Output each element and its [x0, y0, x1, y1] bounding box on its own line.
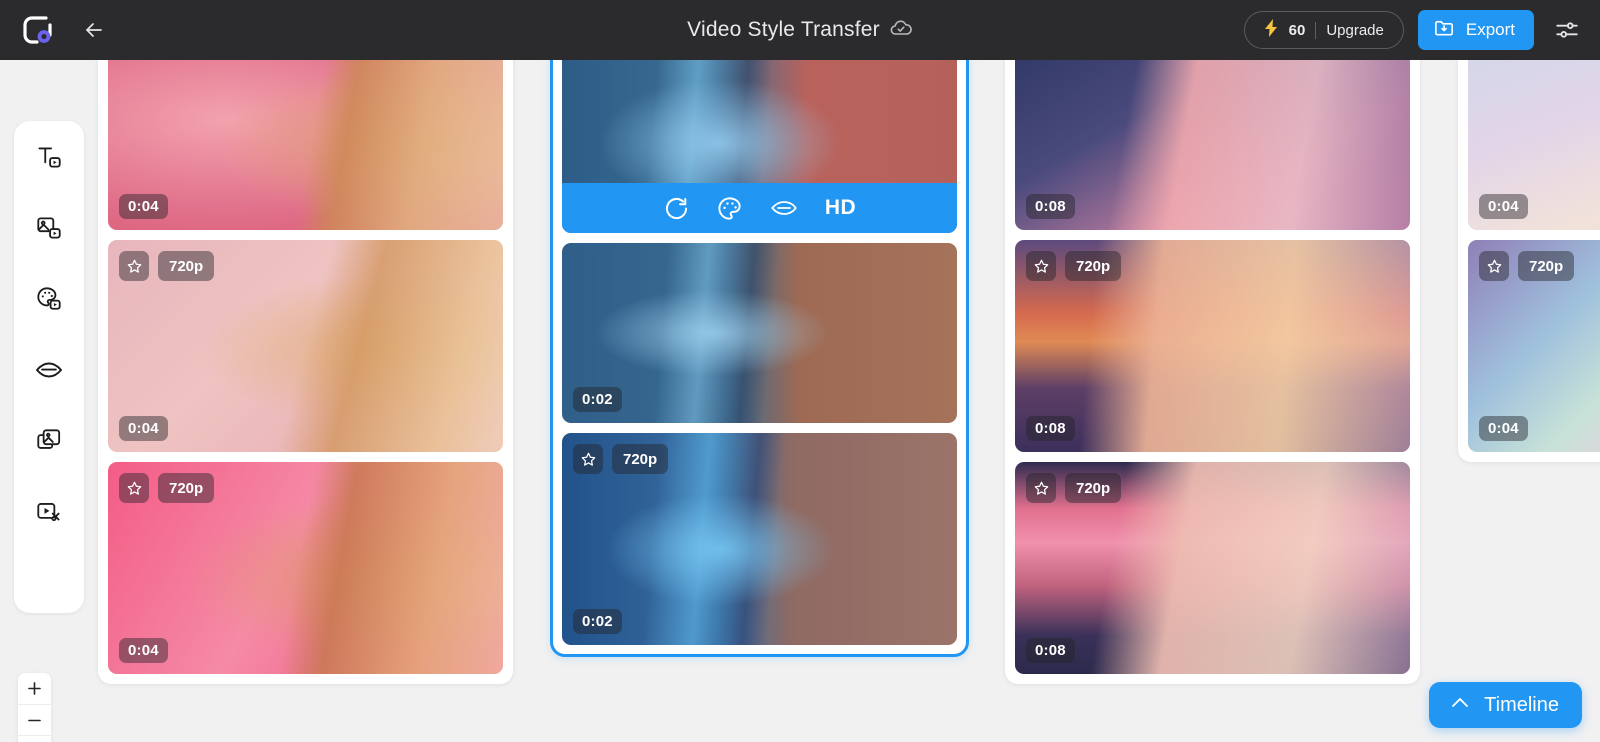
duration-badge: 0:08: [1026, 416, 1075, 441]
duration-badge: 0:02: [573, 609, 622, 634]
timeline-button[interactable]: Timeline: [1429, 682, 1582, 728]
zoom-in-icon[interactable]: [18, 673, 51, 704]
credits-pill[interactable]: 60 Upgrade: [1243, 11, 1404, 49]
credits-count: 60: [1288, 21, 1306, 39]
clip-card[interactable]: 720p 0:04: [1468, 240, 1600, 452]
sidebar-item-image-gallery[interactable]: [27, 419, 71, 463]
resolution-badge: 720p: [158, 473, 215, 503]
clip-card[interactable]: 720p 0:08: [1015, 462, 1410, 674]
clip-badges: 720p: [119, 251, 215, 281]
clip-badges: 720p: [1026, 251, 1122, 281]
clip-column-4[interactable]: 0:04 720p 0:04: [1458, 60, 1600, 462]
zoom-out-icon[interactable]: [18, 704, 51, 735]
palette-icon[interactable]: [716, 195, 743, 222]
favorite-star-icon[interactable]: [1479, 251, 1509, 281]
duration-badge: 0:04: [1479, 416, 1528, 441]
sidebar-item-image-to-video[interactable]: [27, 206, 71, 250]
editor-canvas[interactable]: 0:04 720p 0:04 720p 0:04 HD 0:02 720p 0:…: [0, 60, 1600, 742]
cloud-check-icon: [889, 16, 913, 45]
clip-card[interactable]: 720p 0:08: [1015, 240, 1410, 452]
back-arrow-icon[interactable]: [76, 12, 112, 48]
resolution-badge: 720p: [158, 251, 215, 281]
clip-action-bar: HD: [562, 183, 957, 233]
favorite-star-icon[interactable]: [1026, 473, 1056, 503]
export-label: Export: [1465, 20, 1515, 39]
sidebar-item-lip-sync[interactable]: [27, 348, 71, 392]
resolution-badge: 720p: [1065, 473, 1122, 503]
project-title: Video Style Transfer: [687, 18, 880, 41]
hd-button[interactable]: HD: [825, 196, 856, 220]
sidebar-item-video-trim[interactable]: [27, 490, 71, 534]
duration-badge: 0:04: [119, 416, 168, 441]
resolution-badge: 720p: [1065, 251, 1122, 281]
duration-badge: 0:04: [1479, 194, 1528, 219]
favorite-star-icon[interactable]: [1026, 251, 1056, 281]
resolution-badge: 720p: [1518, 251, 1575, 281]
clip-column-2[interactable]: 0:02: [550, 60, 969, 657]
duration-badge: 0:04: [119, 638, 168, 663]
clip-card[interactable]: 0:02: [562, 243, 957, 423]
favorite-star-icon[interactable]: [119, 473, 149, 503]
clip-badges: 720p: [1026, 473, 1122, 503]
resolution-badge: 720p: [612, 444, 669, 474]
clip-badges: 720p: [119, 473, 215, 503]
tool-sidebar: [14, 121, 84, 613]
clip-card[interactable]: 720p 0:02: [562, 433, 957, 645]
duration-badge: 0:02: [573, 387, 622, 412]
favorite-star-icon[interactable]: [573, 444, 603, 474]
timeline-label: Timeline: [1484, 693, 1559, 716]
clip-column-1[interactable]: 0:04 720p 0:04 720p 0:04: [98, 60, 513, 684]
lightning-bolt-icon: [1264, 19, 1279, 41]
pill-divider: [1315, 21, 1317, 39]
regenerate-icon[interactable]: [663, 195, 690, 222]
clip-card[interactable]: 720p 0:04: [108, 462, 503, 674]
duration-badge: 0:08: [1026, 638, 1075, 663]
lip-sync-icon[interactable]: [769, 193, 799, 223]
sidebar-item-text-to-video[interactable]: [27, 135, 71, 179]
clip-card[interactable]: 720p 0:04: [108, 240, 503, 452]
favorite-star-icon[interactable]: [119, 251, 149, 281]
clip-card-selected[interactable]: 0:02: [562, 60, 957, 233]
fit-to-screen-icon[interactable]: [18, 735, 51, 742]
chevron-up-icon: [1448, 691, 1472, 720]
clip-card[interactable]: 0:04: [108, 60, 503, 230]
upgrade-button[interactable]: Upgrade: [1326, 22, 1384, 39]
clip-column-3[interactable]: 0:08 720p 0:08 720p 0:08: [1005, 60, 1420, 684]
folder-download-icon: [1433, 16, 1456, 44]
header-actions: 60 Upgrade Export: [1243, 0, 1584, 60]
duration-badge: 0:04: [119, 194, 168, 219]
sidebar-item-style-transfer[interactable]: [27, 277, 71, 321]
clip-card[interactable]: 0:08: [1015, 60, 1410, 230]
duration-badge: 0:08: [1026, 194, 1075, 219]
clip-badges: 720p: [573, 444, 669, 474]
app-root: Video Style Transfer 60 Upgrade Export 0…: [0, 0, 1600, 742]
clip-badges: 720p: [1479, 251, 1575, 281]
app-logo-icon[interactable]: [18, 10, 58, 50]
app-header: Video Style Transfer 60 Upgrade Export: [0, 0, 1600, 60]
clip-card[interactable]: 0:04: [1468, 60, 1600, 230]
export-button[interactable]: Export: [1417, 10, 1534, 50]
tune-sliders-icon[interactable]: [1550, 13, 1584, 47]
zoom-controls: [18, 673, 51, 742]
